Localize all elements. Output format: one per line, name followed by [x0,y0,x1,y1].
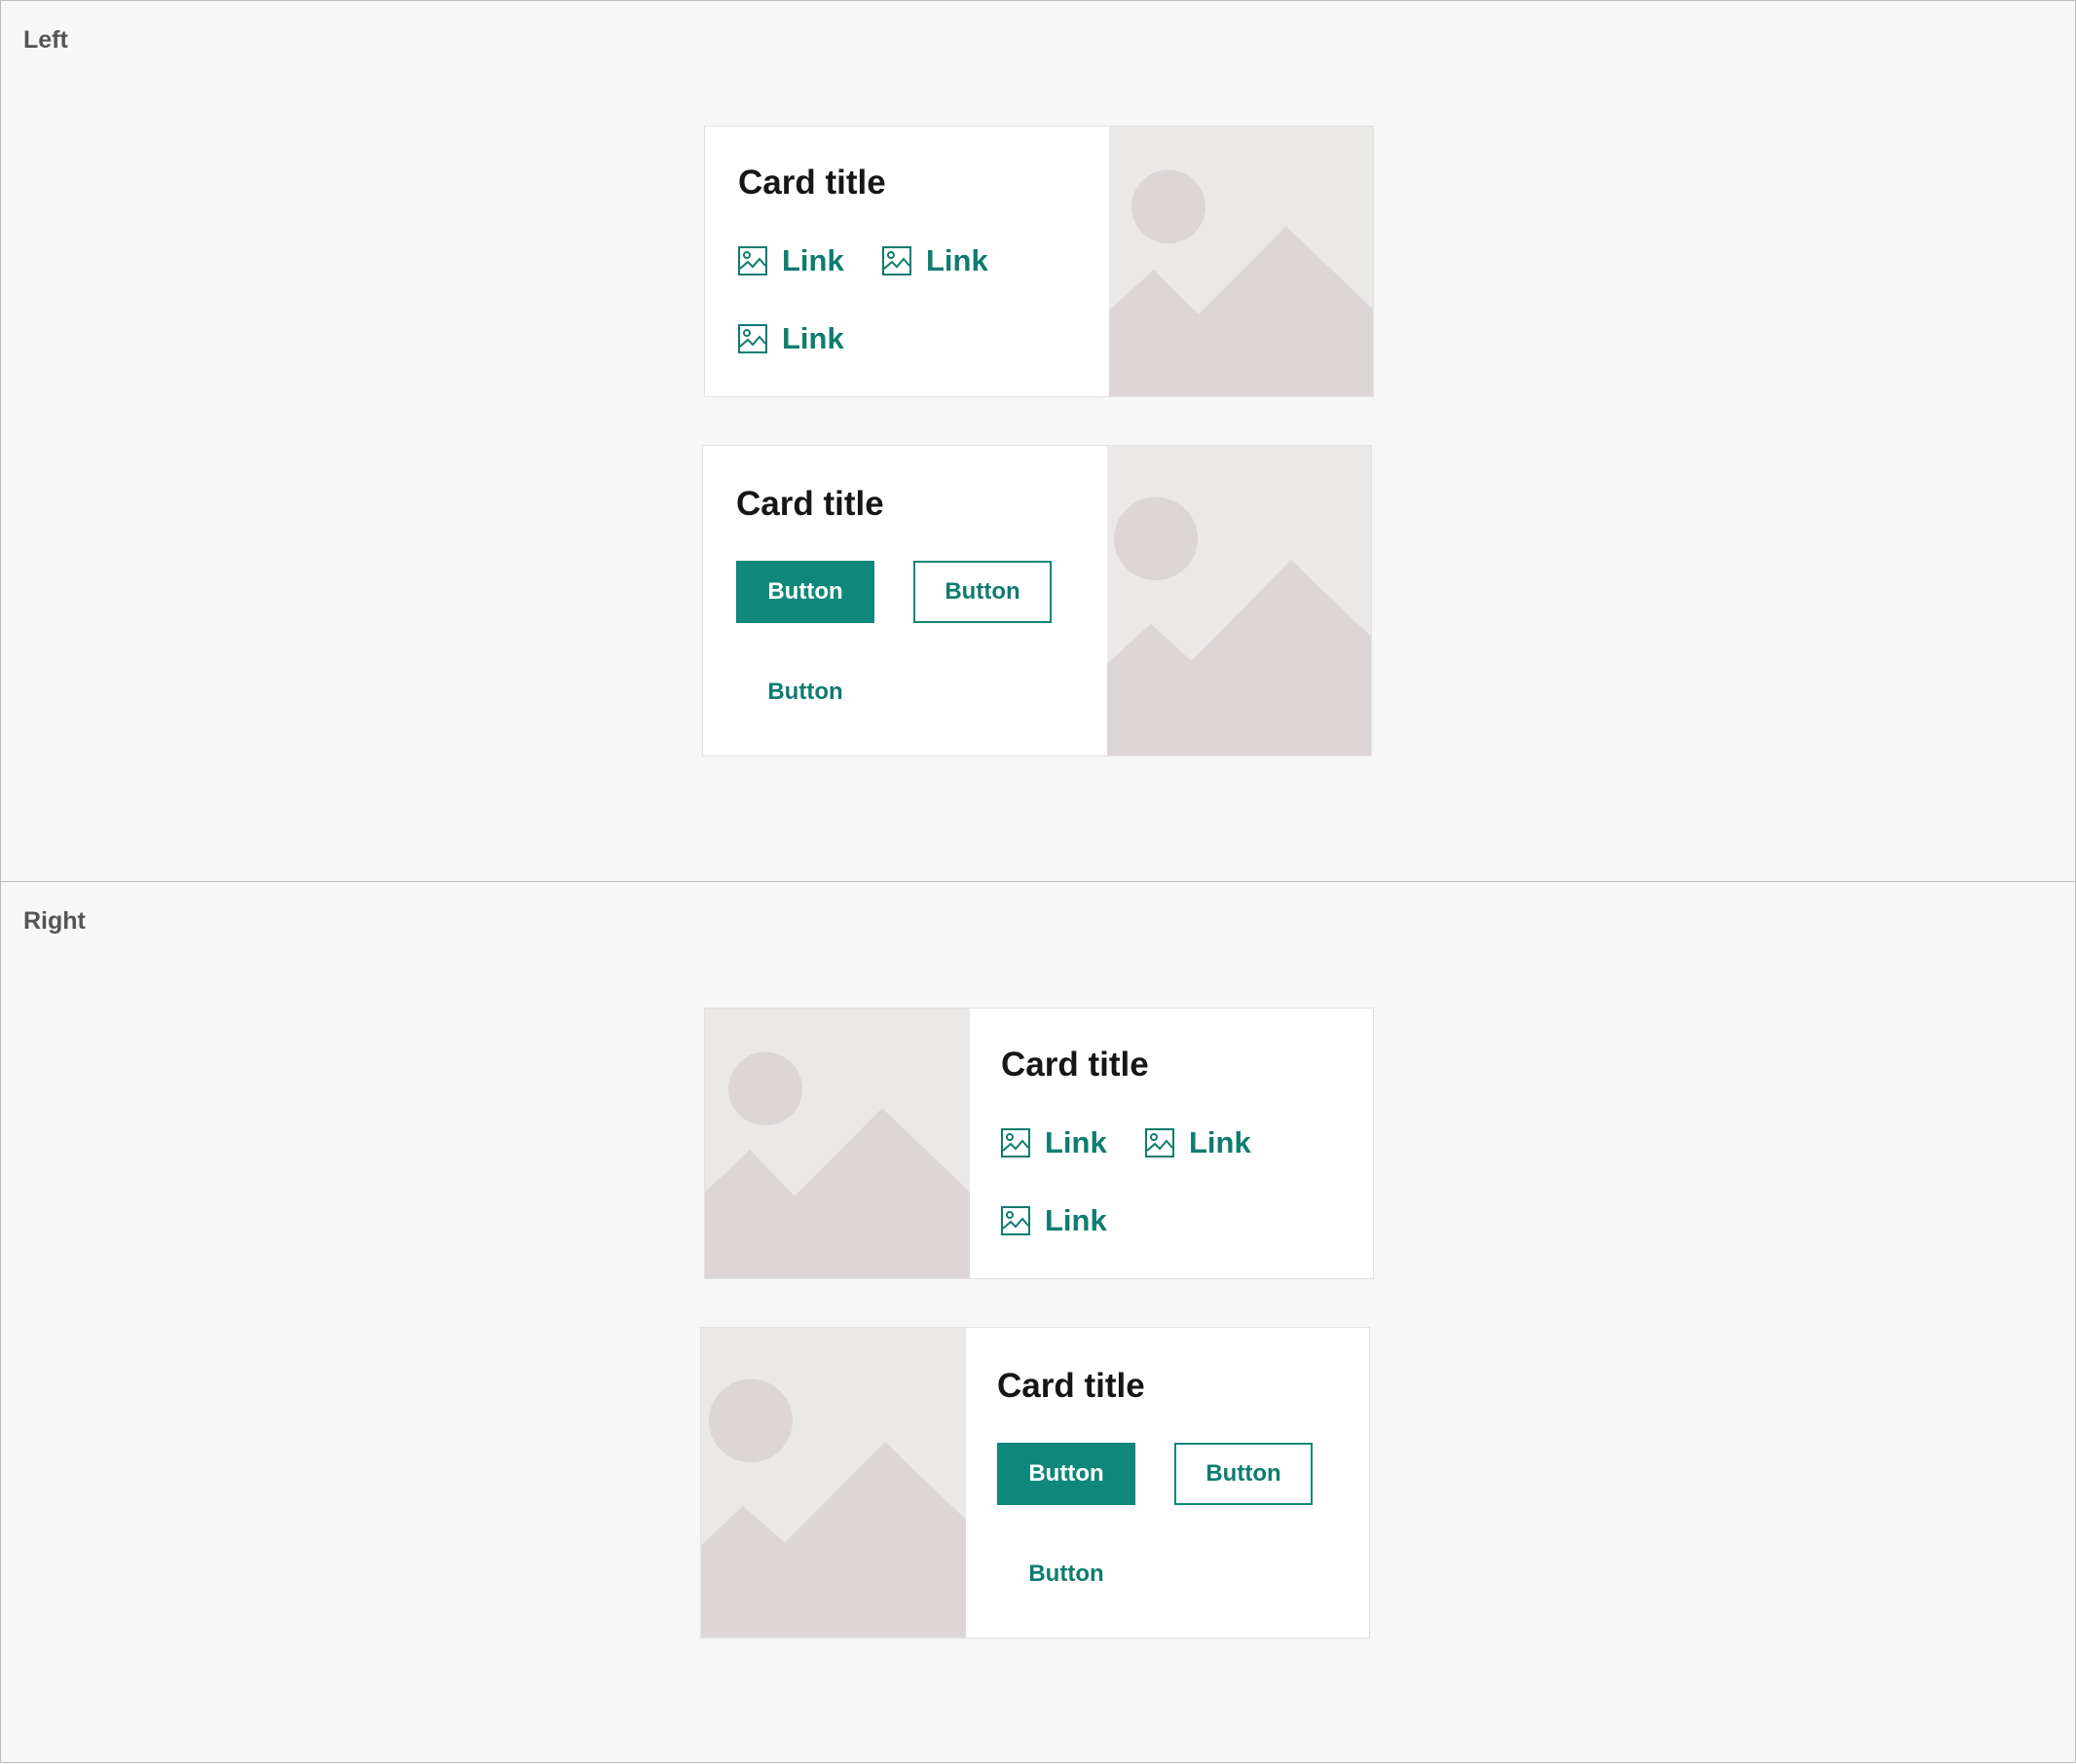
section-label: Left [23,26,68,54]
section-right: Right Card title Link Link Link Card tit… [0,881,2076,1763]
image-placeholder [701,1328,966,1637]
card-title: Card title [738,164,886,202]
secondary-button[interactable]: Button [913,561,1052,623]
link-label: Link [1045,1125,1107,1159]
link-label: Link [782,321,844,355]
link-label: Link [782,243,844,277]
card-title: Card title [1001,1046,1149,1084]
section-label: Right [23,907,86,935]
card-title: Card title [997,1367,1145,1405]
image-icon [738,324,767,353]
image-icon [738,246,767,276]
card-links: Card title Link Link Link [704,1008,1374,1279]
tertiary-button[interactable]: Button [736,661,874,723]
section-left: Left Card title Link Link Link Card titl… [0,0,2076,882]
card-link[interactable]: Link [737,243,844,278]
card-link[interactable]: Link [737,321,844,356]
card-title: Card title [736,485,884,523]
card-buttons: Card title Button Button Button [702,445,1372,756]
link-label: Link [926,243,988,277]
image-icon [882,246,911,276]
card-link[interactable]: Link [881,243,988,278]
image-icon [1001,1128,1030,1158]
secondary-button[interactable]: Button [1174,1443,1313,1505]
image-placeholder [1109,127,1373,396]
card-link[interactable]: Link [1000,1203,1107,1238]
card-link[interactable]: Link [1144,1125,1251,1160]
primary-button[interactable]: Button [736,561,874,623]
image-placeholder [1107,446,1371,755]
primary-button[interactable]: Button [997,1443,1135,1505]
image-placeholder [705,1009,970,1278]
link-label: Link [1189,1125,1251,1159]
card-link[interactable]: Link [1000,1125,1107,1160]
image-icon [1145,1128,1174,1158]
card-links: Card title Link Link Link [704,126,1374,397]
image-icon [1001,1206,1030,1235]
card-buttons: Card title Button Button Button [700,1327,1370,1638]
tertiary-button[interactable]: Button [997,1543,1135,1605]
link-label: Link [1045,1203,1107,1237]
